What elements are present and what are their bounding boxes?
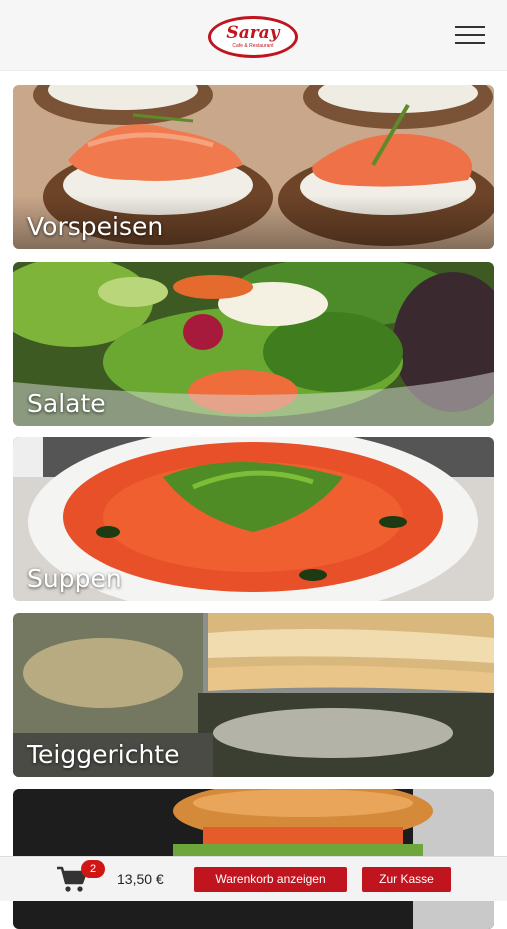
- category-label: Teiggerichte: [27, 740, 180, 769]
- app-header: Saray Cafe & Restaurant: [0, 0, 507, 71]
- category-card-vorspeisen[interactable]: Vorspeisen: [13, 85, 494, 249]
- category-label: Salate: [27, 389, 106, 418]
- category-card-teiggerichte[interactable]: Teiggerichte: [13, 613, 494, 777]
- hamburger-menu-icon[interactable]: [455, 24, 485, 46]
- cart-count-badge: 2: [81, 860, 105, 878]
- checkout-button[interactable]: Zur Kasse: [362, 867, 451, 892]
- cart-total: 13,50 €: [117, 871, 164, 887]
- cart-bar: 2 13,50 € Warenkorb anzeigen Zur Kasse: [0, 856, 507, 901]
- saray-logo[interactable]: Saray Cafe & Restaurant: [208, 16, 298, 58]
- view-cart-button[interactable]: Warenkorb anzeigen: [194, 867, 347, 892]
- category-label: Suppen: [27, 564, 122, 593]
- category-label: Vorspeisen: [27, 212, 164, 241]
- category-card-salate[interactable]: Salate: [13, 262, 494, 426]
- logo-tagline: Cafe & Restaurant: [232, 43, 274, 49]
- logo-wordmark: Saray: [226, 23, 280, 43]
- category-card-suppen[interactable]: Suppen: [13, 437, 494, 601]
